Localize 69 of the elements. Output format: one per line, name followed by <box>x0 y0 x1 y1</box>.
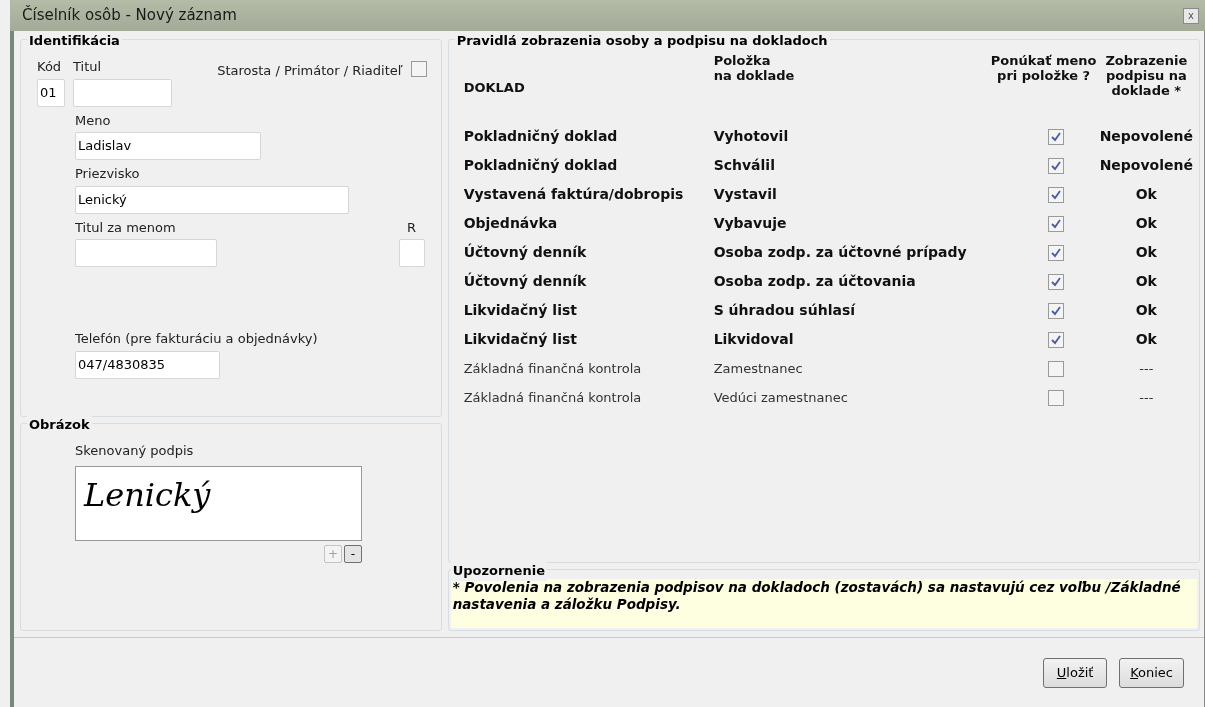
table-cell-text: Vyhotovil <box>713 127 790 146</box>
save-button[interactable]: Uložiť <box>1043 657 1108 688</box>
window-title: Číselník osôb - Nový záznam <box>22 4 237 27</box>
field-label: Kód <box>37 58 63 76</box>
table-cell-text: Likvidačný list <box>463 301 578 320</box>
table-cell-text: Účtovný denník <box>463 271 588 291</box>
table-cell-text: Osoba zodp. za účtovné prípady <box>713 243 968 262</box>
code-field[interactable]: 01 <box>37 78 65 107</box>
table-cell-text: Ok <box>1134 272 1158 291</box>
table-cell-text: --- <box>1138 359 1155 378</box>
field-label: R <box>407 218 417 237</box>
signature: Lenický <box>84 476 211 514</box>
checkbox[interactable] <box>1047 128 1064 145</box>
table-cell-text: Zamestnanec <box>713 359 804 378</box>
table-cell-text: Ok <box>1134 214 1158 233</box>
table-cell-text: Základná finančná kontrola <box>463 388 643 407</box>
title-after-field[interactable] <box>75 239 217 267</box>
title-field[interactable] <box>73 78 172 107</box>
field-label: Starosta / Primátor / Riaditeľ <box>217 62 403 80</box>
checkbox[interactable] <box>410 61 427 77</box>
table-cell-text: Pokladničný doklad <box>463 156 619 175</box>
table-cell-text: Účtovný denník <box>463 242 588 262</box>
checkbox[interactable] <box>1047 215 1064 232</box>
field-label: Skenovaný podpis <box>75 443 194 458</box>
table-cell-text: --- <box>1138 388 1155 407</box>
table-cell-text: Nepovolené <box>1099 127 1193 146</box>
field-label: Meno <box>75 111 112 130</box>
table-cell-text: Schválil <box>713 156 776 175</box>
table-cell-text: Ok <box>1134 330 1158 349</box>
checkbox[interactable] <box>1047 273 1064 290</box>
table-cell-text: Vystavená faktúra/dobropis <box>463 185 685 204</box>
first-name-field[interactable]: Ladislav <box>75 132 261 160</box>
remove-button[interactable]: - <box>344 545 362 563</box>
table-cell-text: Ok <box>1134 185 1158 204</box>
close-button[interactable]: x <box>1183 7 1199 24</box>
table-cell-text: Základná finančná kontrola <box>463 359 643 378</box>
field-label: Titul <box>73 58 103 76</box>
column-header: Položka na doklade <box>713 52 796 85</box>
table-cell-text: Objednávka <box>463 214 559 233</box>
field-label: Titul za menom <box>75 218 177 237</box>
column-header: Ponúkať meno pri položke ? <box>989 52 1098 85</box>
checkbox[interactable] <box>1047 302 1064 319</box>
table-cell-text: Nepovolené <box>1099 156 1193 175</box>
close-button[interactable]: Koniec <box>1119 657 1184 688</box>
table-cell-text: Likvidoval <box>713 330 795 349</box>
table-cell-text: Pokladničný doklad <box>463 127 619 146</box>
field-label: Priezvisko <box>75 165 141 183</box>
field-label: Telefón (pre fakturáciu a objednávky) <box>75 330 319 348</box>
column-header: Zobrazenie podpisu na doklade * <box>1104 52 1189 100</box>
table-cell-text: Osoba zodp. za účtovania <box>713 272 917 291</box>
notice-text: * Povolenia na zobrazenia podpisov na dokladoch (zostavách) sa nastavujú cez voľbu /Základné nastavenia a záložku Podpisy. <box>450 579 1197 628</box>
r-field[interactable] <box>398 239 425 267</box>
table-cell-text: Likvidačný list <box>463 330 578 349</box>
checkbox[interactable] <box>1047 186 1064 203</box>
table-cell-text: Vedúci zamestnanec <box>713 388 849 407</box>
group-title: Upozornenie <box>450 561 547 581</box>
table-cell-text: S úhradou súhlasí <box>713 301 857 320</box>
checkbox[interactable] <box>1047 389 1064 406</box>
checkbox[interactable] <box>1047 244 1064 261</box>
checkbox[interactable] <box>1047 331 1064 348</box>
last-name-field[interactable]: Lenický <box>75 185 349 214</box>
table-cell-text: Vystavil <box>713 185 778 204</box>
table-cell-text: Ok <box>1134 301 1158 320</box>
table-cell-text: Ok <box>1134 243 1158 262</box>
table-cell-text: Vybavuje <box>713 214 788 233</box>
column-header: DOKLAD <box>463 78 526 97</box>
checkbox[interactable] <box>1047 360 1064 377</box>
checkbox[interactable] <box>1047 157 1064 174</box>
phone-field[interactable]: 047/4830835 <box>75 350 220 379</box>
